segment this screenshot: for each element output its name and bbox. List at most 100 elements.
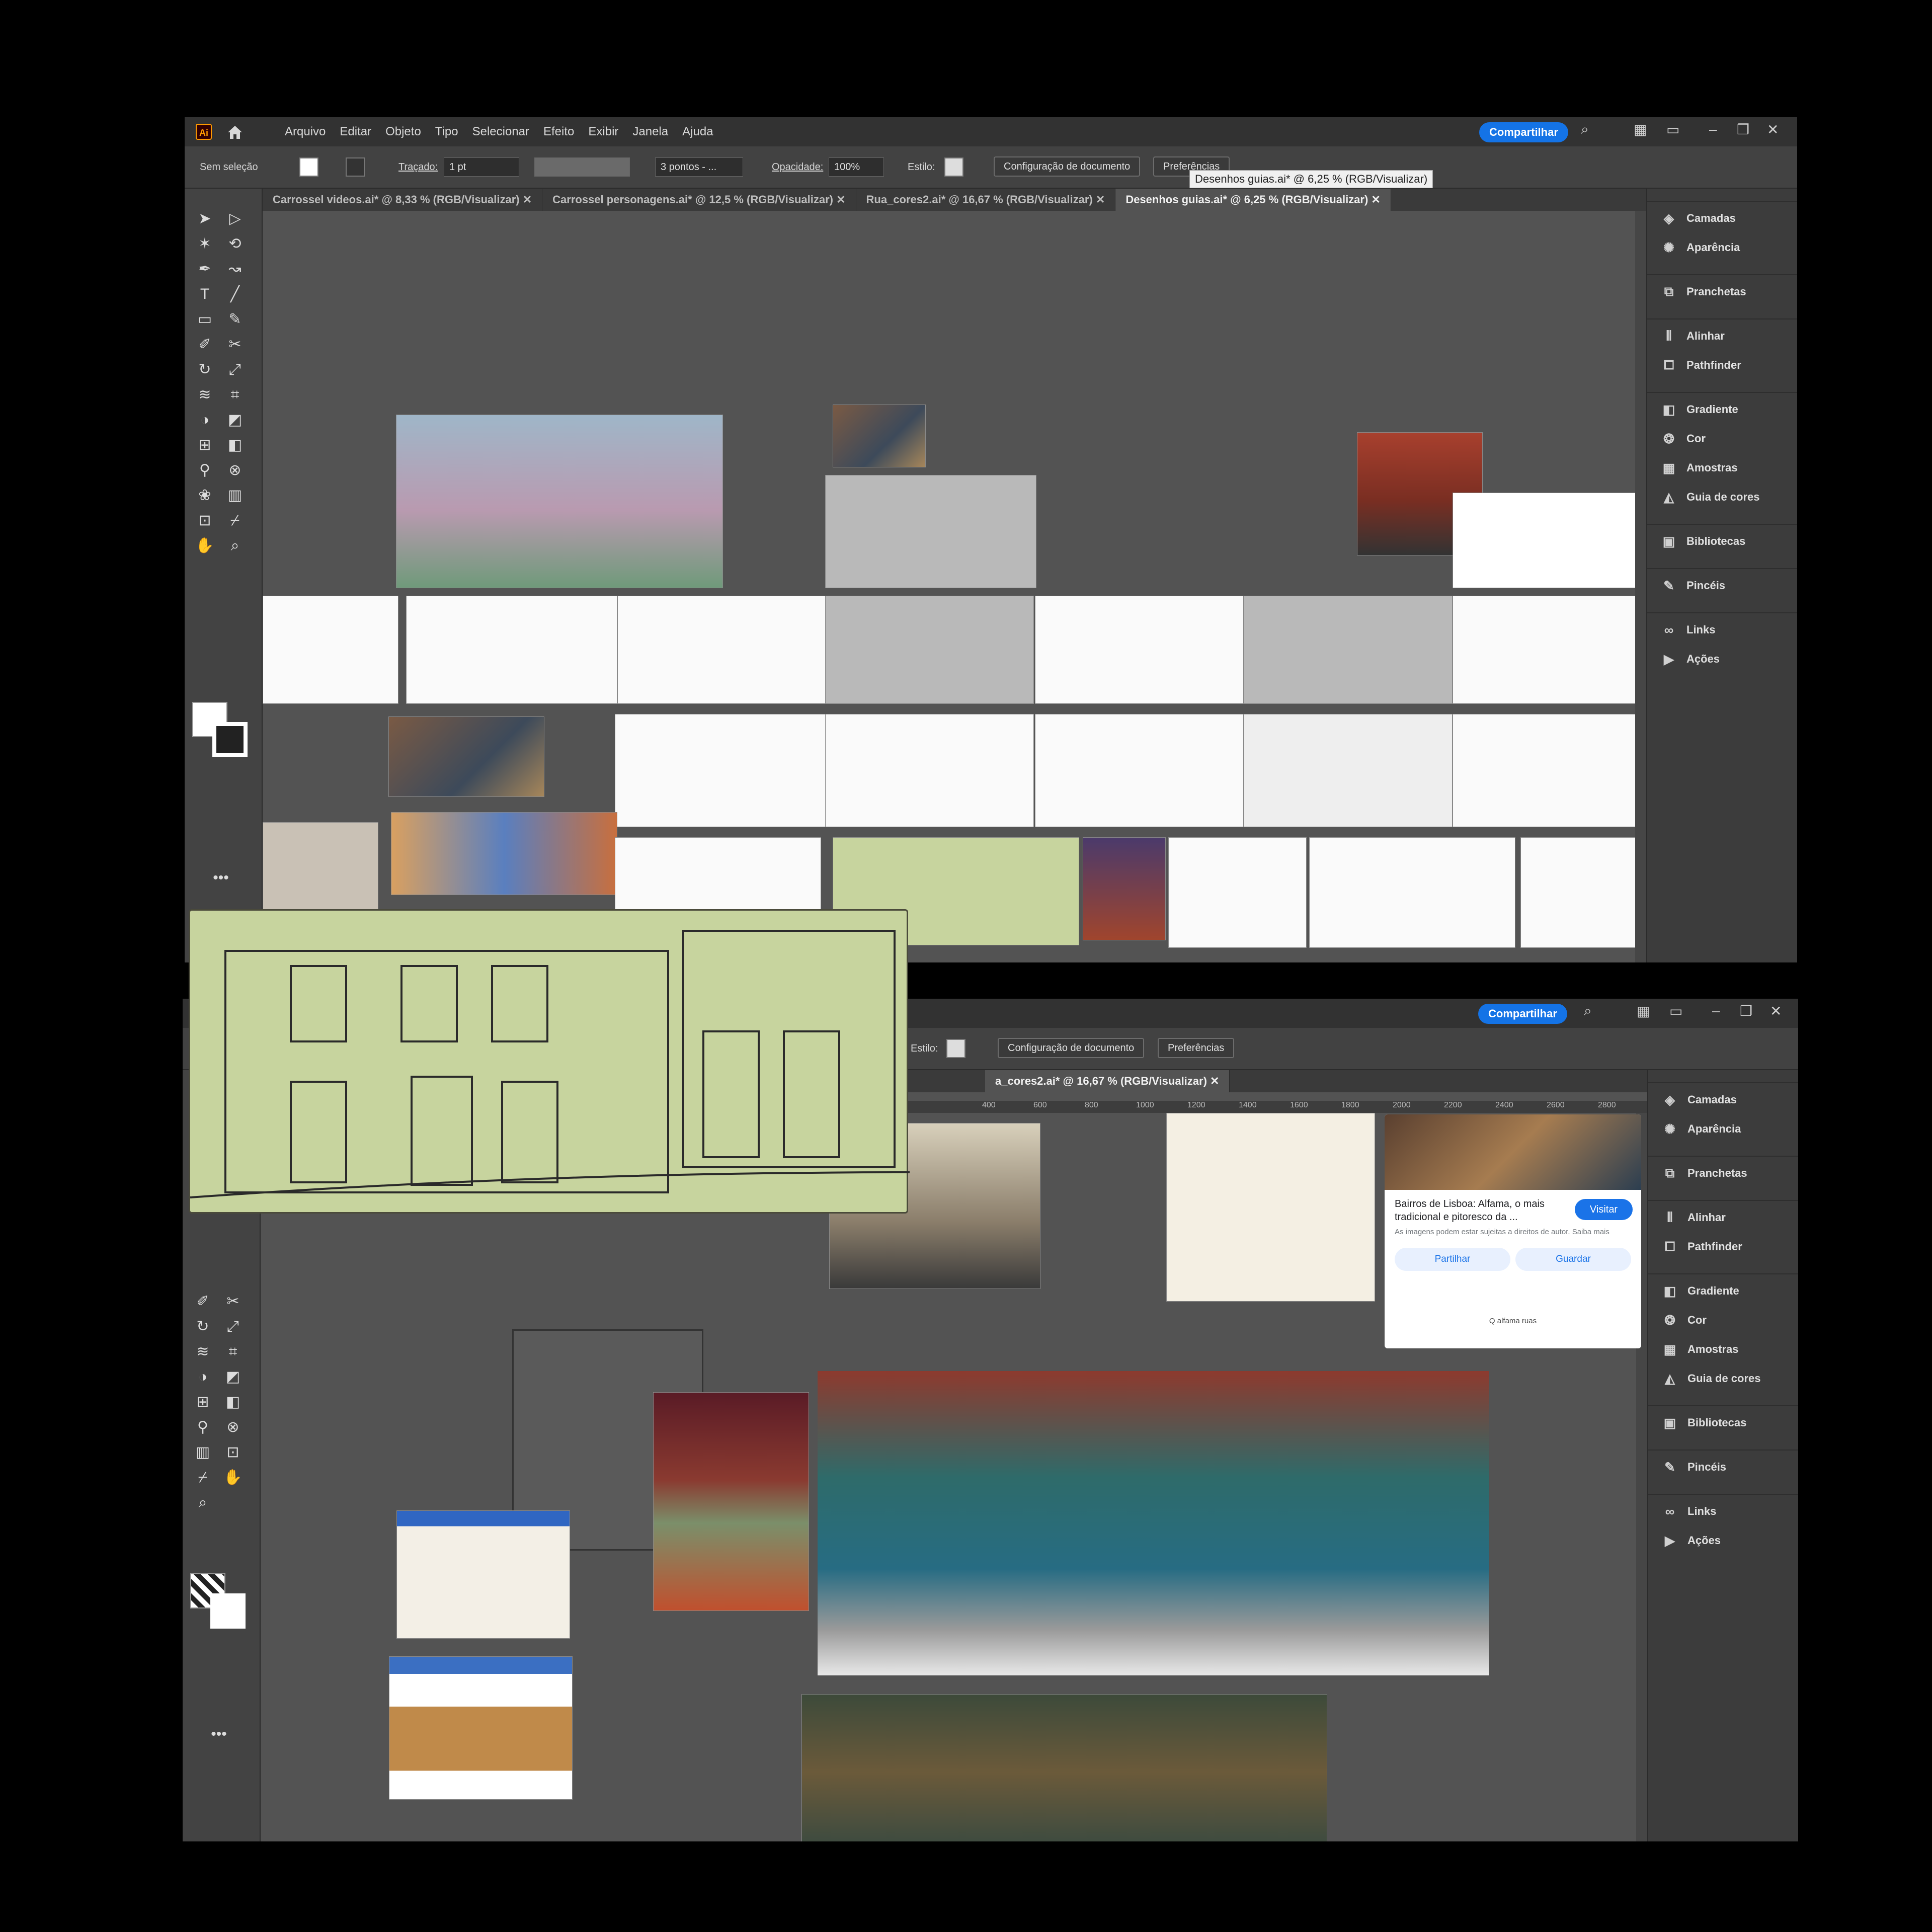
workspace-icon[interactable]: ▦: [1634, 121, 1647, 138]
stroke-label[interactable]: Traçado:: [398, 162, 438, 173]
panel-aparencia-2[interactable]: ✺ Aparência: [1648, 1114, 1798, 1144]
colorful-street-illustration[interactable]: [818, 1371, 1489, 1675]
menu-tipo[interactable]: Tipo: [428, 125, 465, 139]
panel-guia-de-cores[interactable]: ◭ Guia de cores: [1647, 482, 1797, 512]
reference-watercolor-door[interactable]: [1166, 1113, 1375, 1302]
rectangle-tool-icon[interactable]: ▭: [194, 309, 216, 330]
pixelated-portrait[interactable]: [653, 1392, 809, 1611]
panel-alinhar-2[interactable]: ⫴ Alinhar: [1648, 1203, 1798, 1232]
panel-alinhar[interactable]: ⫴ Alinhar: [1647, 321, 1797, 351]
home-icon[interactable]: [226, 123, 244, 140]
reference-night-photo[interactable]: [1083, 837, 1166, 940]
minimize-icon[interactable]: –: [1709, 121, 1717, 137]
menu-arquivo[interactable]: Arquivo: [278, 125, 333, 139]
menu-janela[interactable]: Janela: [625, 125, 675, 139]
screenshot-lego-store-2[interactable]: [389, 1656, 573, 1800]
panel-pathfinder-2[interactable]: ⧠ Pathfinder: [1648, 1232, 1798, 1261]
preferences-button-2[interactable]: Preferências: [1158, 1038, 1235, 1058]
selection-tool-icon[interactable]: ➤: [194, 209, 216, 229]
panel-cor-2[interactable]: ❂ Cor: [1648, 1306, 1798, 1335]
search-icon[interactable]: ⌕: [1581, 121, 1589, 138]
panel-gradiente-2[interactable]: ◧ Gradiente: [1648, 1276, 1798, 1306]
gradient-tool-icon-2[interactable]: ◧: [222, 1392, 244, 1412]
direct-selection-tool-icon[interactable]: ▷: [224, 209, 246, 229]
artboard-silhouette[interactable]: [263, 596, 398, 704]
panel-links-2[interactable]: ∞ Links: [1648, 1497, 1798, 1526]
vertical-scrollbar[interactable]: [1635, 211, 1646, 962]
artboard-sketch-3[interactable]: [615, 714, 826, 827]
visit-button[interactable]: Visitar: [1575, 1199, 1633, 1220]
rotate-tool-icon[interactable]: ↻: [194, 360, 216, 380]
artboard-tool-icon[interactable]: ⊡: [194, 511, 216, 531]
artboard-bottles[interactable]: [1453, 596, 1639, 704]
panel-acoes-2[interactable]: ▶ Ações: [1648, 1526, 1798, 1555]
mesh-tool-icon[interactable]: ⊞: [194, 435, 216, 455]
tab-desenhos-guias[interactable]: Desenhos guias.ai* @ 6,25 % (RGB/Visuali…: [1115, 189, 1391, 211]
panel-acoes[interactable]: ▶ Ações: [1647, 645, 1797, 674]
shape-builder-icon[interactable]: ◑: [194, 410, 216, 430]
opacity-field[interactable]: 100%: [829, 157, 884, 177]
save-card-button[interactable]: Guardar: [1515, 1248, 1631, 1271]
reference-building-photo[interactable]: [388, 716, 544, 797]
free-transform-icon-2[interactable]: ⌗: [222, 1342, 244, 1362]
artboard-sketch-8[interactable]: [1520, 837, 1639, 948]
shaper-tool-icon-2[interactable]: ✐: [192, 1292, 214, 1312]
slice-tool-icon-2[interactable]: ⌿: [192, 1468, 214, 1488]
panel-links[interactable]: ∞ Links: [1647, 615, 1797, 645]
share-button[interactable]: Compartilhar: [1479, 122, 1568, 142]
stroke-weight-field[interactable]: 1 pt: [444, 157, 519, 177]
column-graph-icon[interactable]: ▥: [224, 486, 246, 506]
scale-tool-icon-2[interactable]: ⤢: [222, 1317, 244, 1337]
panel-aparencia[interactable]: ✺ Aparência: [1647, 233, 1797, 262]
more-tools-icon[interactable]: •••: [210, 868, 232, 888]
zoom-tool-icon[interactable]: ⌕: [224, 536, 246, 556]
card-title[interactable]: Bairros de Lisboa: Alfama, o mais tradic…: [1395, 1197, 1571, 1224]
menu-ajuda[interactable]: Ajuda: [675, 125, 720, 139]
curvature-tool-icon[interactable]: ↝: [224, 259, 246, 279]
scissors-icon[interactable]: ✂: [224, 335, 246, 355]
doc-setup-button[interactable]: Configuração de documento: [994, 156, 1141, 177]
panel-guia-de-cores-2[interactable]: ◭ Guia de cores: [1648, 1364, 1798, 1393]
panel-pranchetas[interactable]: ⧉ Pranchetas: [1647, 277, 1797, 306]
artboard-sketch-5[interactable]: [1035, 714, 1244, 827]
artboard-sketch-4[interactable]: [825, 714, 1034, 827]
panel-pathfinder[interactable]: ⧠ Pathfinder: [1647, 351, 1797, 380]
perspective-grid-icon[interactable]: ◩: [224, 410, 246, 430]
more-tools-icon-2[interactable]: •••: [208, 1724, 230, 1744]
artboard-river[interactable]: [1244, 596, 1453, 704]
eyedropper-icon[interactable]: ⚲: [194, 460, 216, 480]
panel-pranchetas-2[interactable]: ⧉ Pranchetas: [1648, 1159, 1798, 1188]
type-tool-icon[interactable]: T: [194, 284, 216, 304]
panel-cor[interactable]: ❂ Cor: [1647, 424, 1797, 453]
maximize-icon-2[interactable]: ❐: [1740, 1003, 1752, 1019]
paintbrush-icon[interactable]: ✎: [224, 309, 246, 330]
menu-editar[interactable]: Editar: [333, 125, 378, 139]
artboard-bar-arch[interactable]: [1035, 596, 1244, 704]
search-icon-2[interactable]: ⌕: [1584, 1003, 1592, 1019]
variable-width-field[interactable]: [534, 157, 630, 177]
fill-swatch[interactable]: [299, 157, 318, 177]
tab-carrossel-videos[interactable]: Carrossel videos.ai* @ 8,33 % (RGB/Visua…: [263, 189, 543, 211]
workspace-icon-2[interactable]: ▦: [1637, 1003, 1650, 1019]
card-image[interactable]: [1385, 1114, 1641, 1190]
style-swatch-2[interactable]: [946, 1039, 965, 1058]
magic-wand-icon[interactable]: ✶: [194, 234, 216, 254]
pen-tool-icon[interactable]: ✒: [194, 259, 216, 279]
doc-setup-button-2[interactable]: Configuração de documento: [998, 1038, 1145, 1058]
scale-tool-icon[interactable]: ⤢: [224, 360, 246, 380]
panel-camadas-2[interactable]: ◈ Camadas: [1648, 1085, 1798, 1114]
hand-tool-icon-2[interactable]: ✋: [222, 1468, 244, 1488]
stroke-none-swatch[interactable]: [210, 1593, 246, 1629]
artboard-canvas[interactable]: [263, 211, 1646, 962]
menu-selecionar[interactable]: Selecionar: [465, 125, 536, 139]
reference-photo-1[interactable]: [833, 405, 926, 467]
stroke-swatch[interactable]: [346, 157, 365, 177]
panel-amostras-2[interactable]: ▦ Amostras: [1648, 1335, 1798, 1364]
slice-tool-icon[interactable]: ⌿: [224, 511, 246, 531]
tab-rua-cores2[interactable]: Rua_cores2.ai* @ 16,67 % (RGB/Visualizar…: [856, 189, 1116, 211]
hand-tool-icon[interactable]: ✋: [194, 536, 216, 556]
lasso-icon[interactable]: ⟲: [224, 234, 246, 254]
zoom-tool-icon-2[interactable]: ⌕: [192, 1493, 214, 1513]
brush-definition-field[interactable]: 3 pontos - ...: [655, 157, 743, 177]
line-tool-icon[interactable]: ╱: [224, 284, 246, 304]
